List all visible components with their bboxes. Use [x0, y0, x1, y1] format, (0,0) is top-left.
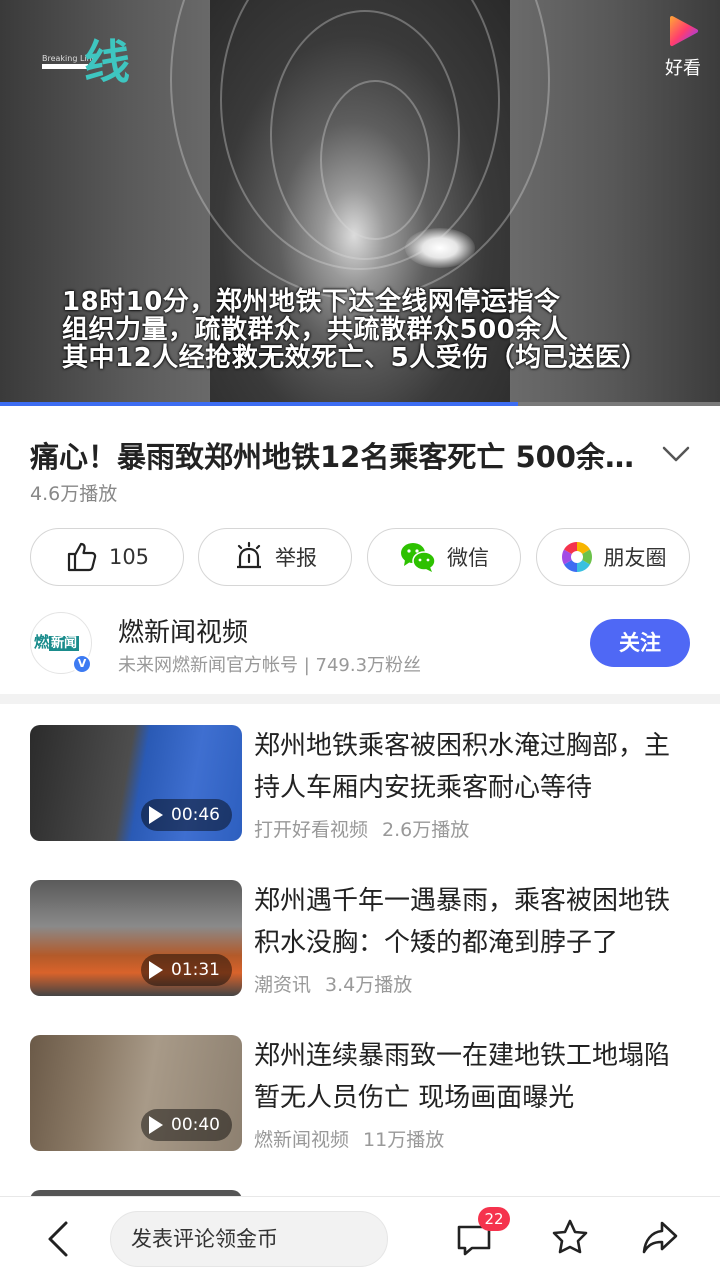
- video-player[interactable]: Breaking Line 线 好看 18时10分，郑州地铁下达全线网停运指令 …: [0, 0, 720, 406]
- report-button[interactable]: 举报: [198, 528, 352, 586]
- related-video-meta: 燃新闻视频 11万播放: [254, 1129, 445, 1151]
- duration-badge: 00:40: [141, 1109, 232, 1141]
- verified-badge-icon: V: [72, 654, 92, 674]
- video-thumbnail: 01:31: [30, 880, 242, 996]
- moments-icon: [561, 542, 592, 572]
- wechat-icon: [401, 543, 436, 572]
- play-icon: [149, 961, 163, 979]
- haokan-label: 好看: [665, 58, 701, 79]
- video-progress-bar[interactable]: [0, 402, 720, 406]
- star-icon[interactable]: [550, 1217, 590, 1257]
- duration-badge: 00:46: [141, 799, 232, 831]
- train-headlight: [405, 228, 475, 268]
- video-thumbnail: 00:40: [30, 1035, 242, 1151]
- haokan-logo-icon: [670, 16, 698, 46]
- play-icon: [149, 1116, 163, 1134]
- like-button[interactable]: 105: [30, 528, 184, 586]
- comment-count-badge: 22: [478, 1207, 510, 1231]
- related-video-title: 郑州遇千年一遇暴雨，乘客被困地铁积水没胸：个矮的都淹到脖子了: [254, 886, 671, 958]
- share-moments-button[interactable]: 朋友圈: [536, 528, 690, 586]
- thumbs-up-icon: [67, 542, 97, 572]
- video-thumbnail: 00:46: [30, 725, 242, 841]
- related-video-meta: 潮资讯 3.4万播放: [254, 974, 413, 996]
- channel-watermark-logo: Breaking Line 线: [42, 35, 130, 89]
- play-count: 4.6万播放: [30, 483, 118, 505]
- related-video-meta: 打开好看视频 2.6万播放: [254, 819, 470, 841]
- moments-label: 朋友圈: [603, 546, 667, 570]
- related-video-item[interactable]: 00:46 郑州地铁乘客被困积水淹过胸部，主持人车厢内安抚乘客耐心等待 打开好看…: [0, 725, 720, 855]
- related-video-title: 郑州连续暴雨致一在建地铁工地塌陷 暂无人员伤亡 现场画面曝光: [254, 1041, 671, 1113]
- channel-name[interactable]: 燃新闻视频: [118, 612, 248, 649]
- related-video-item[interactable]: 01:31 郑州遇千年一遇暴雨，乘客被困地铁积水没胸：个矮的都淹到脖子了 潮资讯…: [0, 880, 720, 1010]
- alarm-icon: [237, 541, 261, 569]
- related-video-title: 郑州地铁乘客被困积水淹过胸部，主持人车厢内安抚乘客耐心等待: [254, 731, 671, 803]
- follow-button[interactable]: 关注: [590, 619, 690, 667]
- play-icon: [149, 806, 163, 824]
- video-progress-fill: [0, 402, 519, 406]
- related-video-item[interactable]: 00:40 郑州连续暴雨致一在建地铁工地塌陷 暂无人员伤亡 现场画面曝光 燃新闻…: [0, 1035, 720, 1165]
- section-divider: [0, 694, 720, 704]
- video-title: 痛心！暴雨致郑州地铁12名乘客死亡 500余人被疏散: [30, 440, 640, 474]
- chevron-down-icon[interactable]: [660, 440, 692, 468]
- channel-description: 未来网燃新闻官方帐号 | 749.3万粉丝: [118, 655, 422, 676]
- wechat-label: 微信: [447, 546, 489, 570]
- comment-input[interactable]: 发表评论领金币: [110, 1211, 388, 1267]
- share-wechat-button[interactable]: 微信: [367, 528, 521, 586]
- bottom-bar: 发表评论领金币 22: [0, 1196, 720, 1280]
- like-count: 105: [108, 545, 150, 569]
- share-icon[interactable]: [640, 1217, 680, 1257]
- duration-badge: 01:31: [141, 954, 232, 986]
- back-arrow-icon[interactable]: [40, 1219, 76, 1259]
- report-label: 举报: [275, 546, 317, 570]
- haokan-watermark: 好看: [660, 14, 706, 80]
- subtitle-line-3: 其中12人经抢救无效死亡、5人受伤（均已送医）: [62, 343, 648, 373]
